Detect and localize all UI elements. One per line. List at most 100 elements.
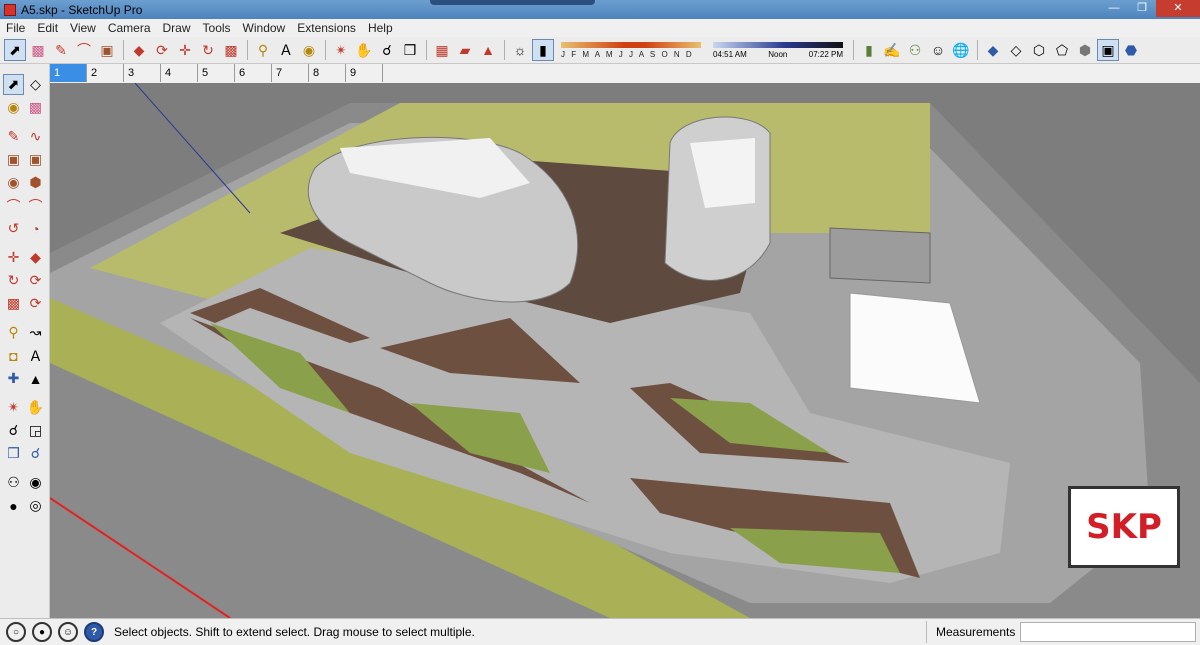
dimension-icon[interactable]: ↝ xyxy=(25,322,46,343)
model-viewport[interactable]: SKP xyxy=(50,83,1200,618)
shadow-time-slider[interactable]: 04:51 AM Noon 07:22 PM xyxy=(713,41,843,59)
follow-me-icon[interactable]: ⟳ xyxy=(25,270,46,291)
hidden-line-style-icon[interactable]: ⬠ xyxy=(1051,39,1073,61)
menu-draw[interactable]: Draw xyxy=(157,21,197,35)
orbit-icon[interactable]: ✴ xyxy=(3,397,24,418)
menu-help[interactable]: Help xyxy=(362,21,399,35)
share-model-icon[interactable]: ▰ xyxy=(454,39,476,61)
text-tool-icon[interactable]: Ａ xyxy=(275,39,297,61)
pan-icon[interactable]: ✋ xyxy=(25,397,46,418)
scene-tab-5[interactable]: 5 xyxy=(198,64,235,82)
scale-tool-icon[interactable]: ▩ xyxy=(220,39,242,61)
help-icon[interactable]: ? xyxy=(84,622,104,642)
circle-icon[interactable]: ◉ xyxy=(3,172,24,193)
make-component-icon[interactable]: ◇ xyxy=(25,74,46,95)
previous-view-icon[interactable]: ☌ xyxy=(25,443,46,464)
polygon-icon[interactable]: ⬢ xyxy=(25,172,46,193)
scene-tab-7[interactable]: 7 xyxy=(272,64,309,82)
zoom-tool-icon[interactable]: ☌ xyxy=(376,39,398,61)
back-edges-style-icon[interactable]: ◇ xyxy=(1005,39,1027,61)
minimize-button[interactable]: — xyxy=(1100,0,1128,17)
follow-me-tool-icon[interactable]: ⟳ xyxy=(151,39,173,61)
warehouse-icon[interactable]: ▦ xyxy=(431,39,453,61)
text-icon[interactable]: Ａ xyxy=(25,345,46,366)
menu-file[interactable]: File xyxy=(0,21,31,35)
line-tool-icon[interactable]: ✎ xyxy=(50,39,72,61)
rotate-tool-icon[interactable]: ↻ xyxy=(197,39,219,61)
user-account-icon[interactable]: ☺ xyxy=(58,622,78,642)
rotate-icon[interactable]: ↻ xyxy=(3,270,24,291)
paint-bucket-tool-icon[interactable]: ◉ xyxy=(298,39,320,61)
menu-edit[interactable]: Edit xyxy=(31,21,64,35)
xray-style-icon[interactable]: ◆ xyxy=(982,39,1004,61)
shadow-month-slider[interactable]: J F M A M J J A S O N D xyxy=(561,41,701,59)
wireframe-style-icon[interactable]: ⬡ xyxy=(1028,39,1050,61)
shadows-toggle-icon[interactable]: ☼ xyxy=(509,39,531,61)
zoom-extents-icon[interactable]: ❒ xyxy=(3,443,24,464)
shaded-style-icon[interactable]: ⬢ xyxy=(1074,39,1096,61)
extension-warehouse-icon[interactable]: ▲ xyxy=(477,39,499,61)
position-camera-icon[interactable]: ⚇ xyxy=(3,472,24,493)
menu-window[interactable]: Window xyxy=(237,21,292,35)
scene-tab-2[interactable]: 2 xyxy=(87,64,124,82)
scene-tab-6[interactable]: 6 xyxy=(235,64,272,82)
shaded-textures-style-icon[interactable]: ▣ xyxy=(1097,39,1119,61)
select-tool-icon[interactable]: ⬈ xyxy=(4,39,26,61)
paint-bucket-icon[interactable]: ◉ xyxy=(3,97,24,118)
position-camera-icon[interactable]: ⚇ xyxy=(904,39,926,61)
scene-tab-3[interactable]: 3 xyxy=(124,64,161,82)
look-around-icon[interactable]: ☺ xyxy=(927,39,949,61)
move-icon[interactable]: ✛ xyxy=(3,247,24,268)
geolocation-status-icon[interactable]: ○ xyxy=(6,622,26,642)
orbit-tool-icon[interactable]: ✴ xyxy=(330,39,352,61)
maximize-button[interactable]: ❐ xyxy=(1128,0,1156,17)
freehand-icon[interactable]: ∿ xyxy=(25,126,46,147)
axes-icon[interactable]: ✚ xyxy=(3,368,24,389)
pan-tool-icon[interactable]: ✋ xyxy=(353,39,375,61)
arc-icon[interactable]: ⌒ xyxy=(3,195,24,216)
push-pull-icon[interactable]: ◆ xyxy=(25,247,46,268)
scale-icon[interactable]: ▩ xyxy=(3,293,24,314)
sketchup-app-icon[interactable] xyxy=(4,3,16,16)
menu-tools[interactable]: Tools xyxy=(197,21,237,35)
walk-tool-icon[interactable]: ✍ xyxy=(881,39,903,61)
menu-extensions[interactable]: Extensions xyxy=(291,21,362,35)
rectangle-icon[interactable]: ▣ xyxy=(3,149,24,170)
protractor-icon[interactable]: ◘ xyxy=(3,345,24,366)
eraser-tool-icon[interactable]: ▩ xyxy=(27,39,49,61)
scene-tab-1[interactable]: 1 xyxy=(50,64,87,82)
3d-text-icon[interactable]: ▲ xyxy=(25,368,46,389)
two-point-arc-icon[interactable]: ⌒ xyxy=(25,195,46,216)
section-plane-icon[interactable]: ◎ xyxy=(25,495,46,516)
scene-tab-8[interactable]: 8 xyxy=(309,64,346,82)
arc-tool-icon[interactable]: ⌒ xyxy=(73,39,95,61)
pie-icon[interactable]: ◔ xyxy=(25,218,46,239)
push-pull-tool-icon[interactable]: ◆ xyxy=(128,39,150,61)
menu-view[interactable]: View xyxy=(64,21,102,35)
section-plane-icon[interactable]: ▮ xyxy=(858,39,880,61)
rotated-rectangle-icon[interactable]: ▣ xyxy=(25,149,46,170)
move-tool-icon[interactable]: ✛ xyxy=(174,39,196,61)
walk-icon[interactable]: ● xyxy=(3,495,24,516)
look-around-icon[interactable]: ◉ xyxy=(25,472,46,493)
zoom-extents-tool-icon[interactable]: ❒ xyxy=(399,39,421,61)
scene-tab-9[interactable]: 9 xyxy=(346,64,383,82)
eraser-icon[interactable]: ▩ xyxy=(25,97,46,118)
line-icon[interactable]: ✎ xyxy=(3,126,24,147)
tape-measure-icon[interactable]: ⚲ xyxy=(3,322,24,343)
close-button[interactable]: ✕ xyxy=(1156,0,1200,17)
zoom-icon[interactable]: ☌ xyxy=(3,420,24,441)
scene-tab-4[interactable]: 4 xyxy=(161,64,198,82)
tape-measure-tool-icon[interactable]: ⚲ xyxy=(252,39,274,61)
select-icon[interactable]: ⬈ xyxy=(3,74,24,95)
monochrome-style-icon[interactable]: ⬣ xyxy=(1120,39,1142,61)
rectangle-tool-icon[interactable]: ▣ xyxy=(96,39,118,61)
offset-icon[interactable]: ⟳ xyxy=(25,293,46,314)
geo-location-icon[interactable]: 🌐 xyxy=(950,39,972,61)
three-point-arc-icon[interactable]: ↺ xyxy=(3,218,24,239)
zoom-window-icon[interactable]: ◲ xyxy=(25,420,46,441)
menu-camera[interactable]: Camera xyxy=(102,21,157,35)
measurements-input[interactable] xyxy=(1020,622,1196,642)
info-status-icon[interactable]: ● xyxy=(32,622,52,642)
fog-toggle-icon[interactable]: ▮ xyxy=(532,39,554,61)
